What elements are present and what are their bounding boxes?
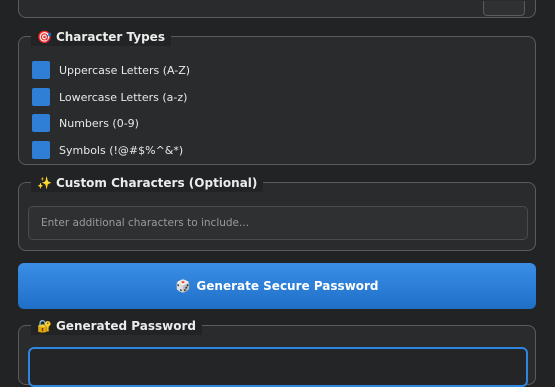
generate-button-label: Generate Secure Password (196, 279, 379, 293)
custom-characters-legend: ✨ Custom Characters (Optional) (31, 174, 264, 192)
custom-characters-input[interactable] (28, 206, 528, 240)
numbers-option[interactable]: Numbers (0-9) (32, 114, 139, 132)
custom-characters-group: ✨ Custom Characters (Optional) (18, 174, 536, 251)
generated-password-title: Generated Password (55, 319, 196, 333)
custom-characters-title: Custom Characters (Optional) (55, 176, 258, 190)
dice-icon: 🎲 (175, 279, 191, 293)
numbers-label: Numbers (0-9) (59, 116, 139, 130)
generate-password-button[interactable]: 🎲 Generate Secure Password (18, 263, 536, 309)
target-icon: 🎯 (37, 30, 52, 44)
length-settings-frame (18, 0, 536, 18)
generated-password-legend: 🔐 Generated Password (31, 317, 202, 335)
sparkles-icon: ✨ (37, 176, 52, 190)
symbols-label: Symbols (!@#$%^&*) (59, 143, 184, 157)
character-types-title: Character Types (55, 30, 165, 44)
lock-icon: 🔐 (37, 319, 52, 333)
password-output-field[interactable] (28, 347, 528, 387)
uppercase-option[interactable]: Uppercase Letters (A-Z) (32, 61, 190, 79)
numbers-checkbox[interactable] (32, 114, 50, 132)
lowercase-option[interactable]: Lowercase Letters (a-z) (32, 88, 187, 106)
length-value-box[interactable] (483, 1, 525, 16)
lowercase-checkbox[interactable] (32, 88, 50, 106)
character-types-legend: 🎯 Character Types (31, 28, 171, 46)
uppercase-label: Uppercase Letters (A-Z) (59, 63, 191, 77)
lowercase-label: Lowercase Letters (a-z) (59, 90, 188, 104)
uppercase-checkbox[interactable] (32, 61, 50, 79)
character-types-group: 🎯 Character Types Uppercase Letters (A-Z)… (18, 28, 536, 165)
generated-password-group: 🔐 Generated Password (18, 317, 536, 387)
symbols-checkbox[interactable] (32, 141, 50, 159)
symbols-option[interactable]: Symbols (!@#$%^&*) (32, 141, 183, 159)
